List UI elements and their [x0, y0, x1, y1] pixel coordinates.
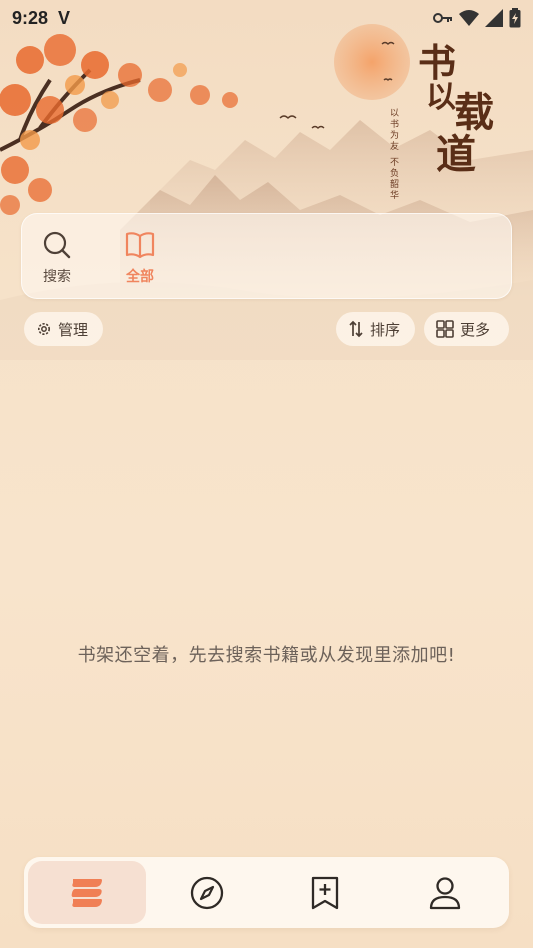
- banner-char: 道: [436, 131, 476, 178]
- tab-search[interactable]: 搜索: [22, 230, 92, 290]
- carrier-logo: V: [58, 7, 71, 28]
- tab-all[interactable]: 全部: [105, 230, 175, 290]
- wifi-icon: [459, 10, 479, 26]
- more-button[interactable]: 更多: [424, 312, 509, 346]
- bookmark-add-icon: [311, 876, 339, 909]
- battery-icon: [509, 8, 521, 28]
- person-icon: [429, 876, 461, 909]
- status-bar: 9:28 V: [0, 0, 533, 36]
- status-time: 9:28: [12, 7, 49, 28]
- banner-subtitle: 以书为友 不负韶华: [388, 108, 398, 201]
- sort-arrows-icon: [349, 320, 363, 338]
- banner-calligraphy: 书 以 载 道: [418, 32, 508, 178]
- status-icons: [433, 8, 521, 28]
- banner-char: 以: [426, 80, 456, 115]
- more-label: 更多: [460, 320, 491, 339]
- open-book-icon: [125, 232, 155, 259]
- bookshelf-icon: [71, 878, 102, 907]
- bottom-nav: [24, 857, 509, 928]
- gear-icon: [38, 323, 50, 335]
- nav-discover[interactable]: [148, 861, 266, 924]
- nav-bookmark[interactable]: [266, 861, 384, 924]
- sort-label: 排序: [370, 320, 401, 339]
- sort-button[interactable]: 排序: [336, 312, 415, 346]
- nav-profile[interactable]: [386, 861, 504, 924]
- compass-icon: [190, 876, 224, 909]
- grid-icon: [436, 320, 454, 338]
- search-icon: [43, 231, 71, 259]
- empty-bookshelf-message: 书架还空着，先去搜索书籍或从发现里添加吧!: [77, 645, 456, 666]
- tab-all-label: 全部: [126, 269, 154, 285]
- signal-icon: [485, 9, 503, 27]
- nav-bookshelf[interactable]: [28, 861, 146, 924]
- manage-button[interactable]: 管理: [24, 312, 103, 346]
- top-panel: 搜索 全部: [21, 213, 512, 299]
- manage-label: 管理: [58, 320, 89, 339]
- key-icon: [433, 13, 452, 23]
- tab-search-label: 搜索: [43, 269, 71, 285]
